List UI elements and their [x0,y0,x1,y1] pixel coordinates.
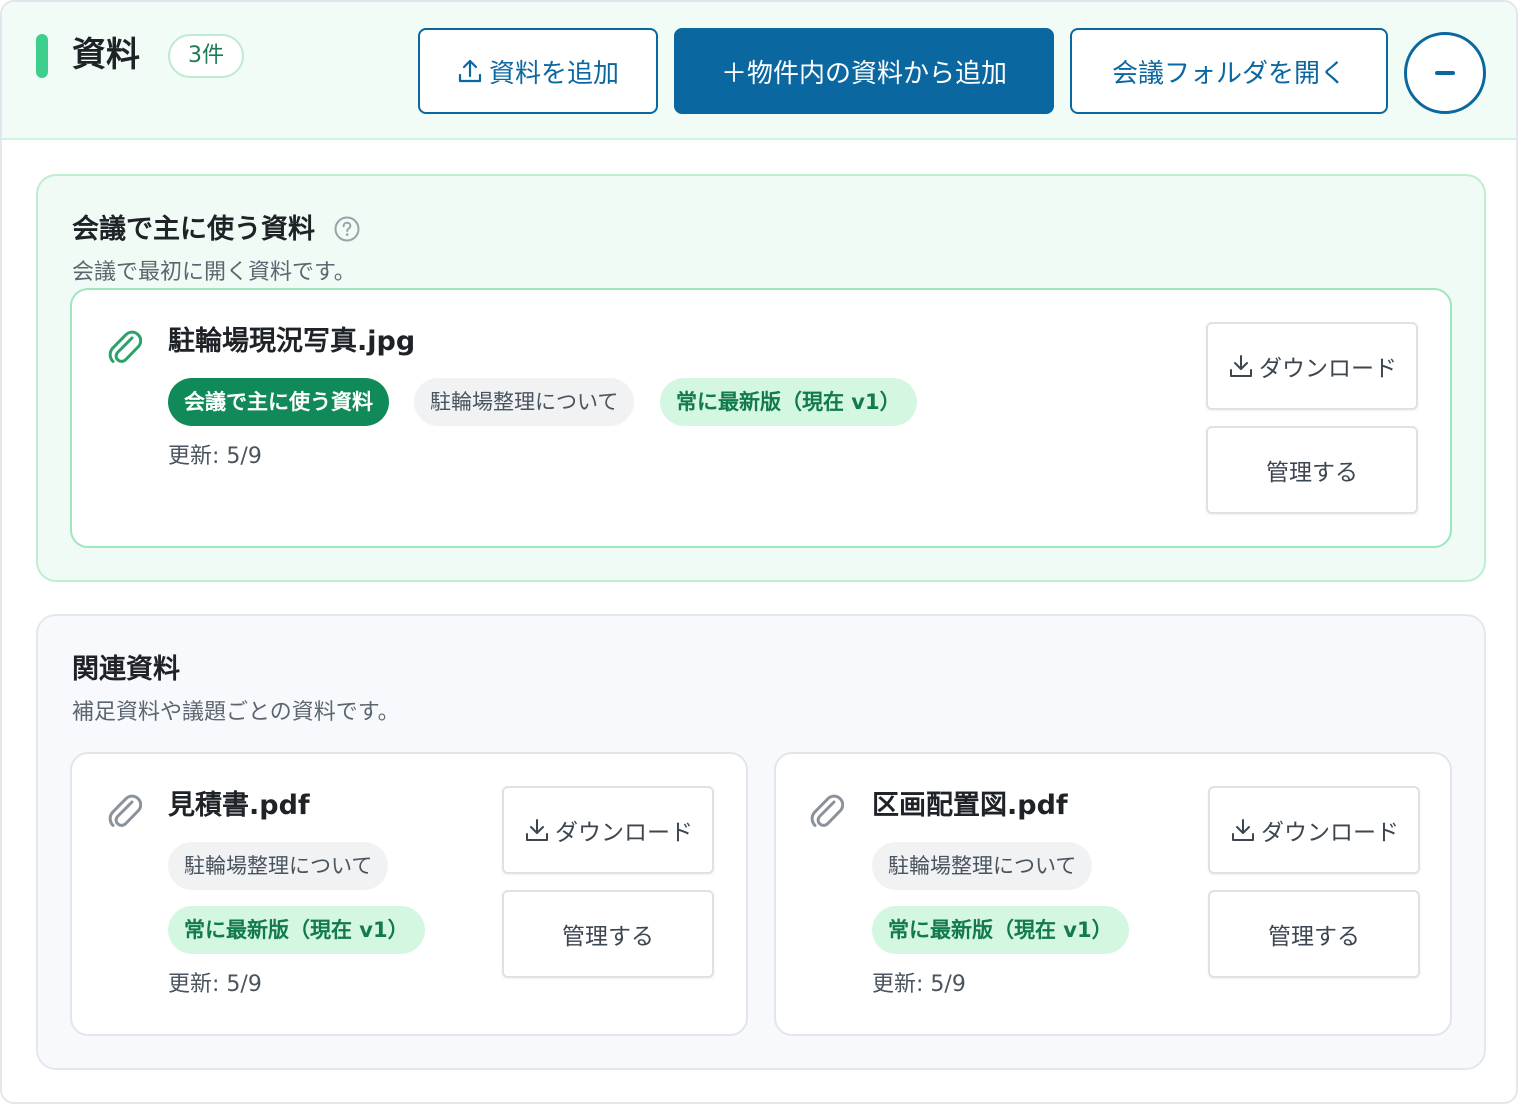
documents-panel: 資料 3件 資料を追加 ＋物件内の資料から追加 会議フォルダを開く 会議で主に使… [0,0,1518,1104]
add-from-property-button[interactable]: ＋物件内の資料から追加 [674,28,1054,114]
download-label: ダウンロード [555,820,693,846]
tag-agenda: 駐輪場整理について [872,842,1093,890]
download-icon [526,819,548,841]
file-name[interactable]: 駐輪場現況写真.jpg [168,324,415,360]
add-document-label: 資料を追加 [488,58,619,89]
upload-icon [458,59,482,83]
download-icon [1230,355,1252,377]
download-icon [1232,819,1254,841]
panel-header: 資料 3件 資料を追加 ＋物件内の資料から追加 会議フォルダを開く [2,2,1516,140]
download-label: ダウンロード [1259,356,1397,382]
panel-title: 資料 [72,35,140,75]
file-card-featured: 駐輪場現況写真.jpg 会議で主に使う資料 駐輪場整理について 常に最新版（現在… [70,288,1452,548]
updated-date: 更新: 5/9 [168,972,262,997]
manage-label: 管理する [1268,924,1360,950]
open-meeting-folder-button[interactable]: 会議フォルダを開く [1070,28,1388,114]
tag-agenda: 駐輪場整理について [168,842,389,890]
count-badge: 3件 [168,34,244,78]
manage-button[interactable]: 管理する [1206,426,1418,514]
main-documents-section: 会議で主に使う資料 会議で最初に開く資料です。 駐輪場現況写真.jpg 会議で主… [36,174,1486,582]
minus-icon [1435,71,1455,75]
manage-label: 管理する [562,924,654,950]
tag-latest-version: 常に最新版（現在 v1） [660,378,917,426]
accent-bar [36,34,48,78]
tag-main-document: 会議で主に使う資料 [168,378,389,426]
manage-button[interactable]: 管理する [1208,890,1420,978]
download-button[interactable]: ダウンロード [1208,786,1420,874]
file-name[interactable]: 区画配置図.pdf [872,788,1068,824]
download-label: ダウンロード [1261,820,1399,846]
question-circle-icon[interactable] [334,216,360,242]
related-section-description: 補足資料や議題ごとの資料です。 [72,700,400,725]
paperclip-icon [108,794,142,827]
file-card: 区画配置図.pdf 駐輪場整理について 常に最新版（現在 v1） 更新: 5/9… [774,752,1452,1036]
download-button[interactable]: ダウンロード [502,786,714,874]
add-from-property-label: ＋物件内の資料から追加 [720,58,1007,89]
main-section-description: 会議で最初に開く資料です。 [72,260,356,285]
updated-date: 更新: 5/9 [872,972,966,997]
manage-label: 管理する [1266,460,1358,486]
tag-latest-version: 常に最新版（現在 v1） [872,906,1129,954]
paperclip-icon [810,794,844,827]
open-folder-label: 会議フォルダを開く [1111,58,1346,89]
paperclip-icon [108,330,142,363]
file-card: 見積書.pdf 駐輪場整理について 常に最新版（現在 v1） 更新: 5/9 ダ… [70,752,748,1036]
add-document-button[interactable]: 資料を追加 [418,28,658,114]
updated-date: 更新: 5/9 [168,444,262,469]
file-name[interactable]: 見積書.pdf [168,788,310,824]
tag-latest-version: 常に最新版（現在 v1） [168,906,425,954]
tag-agenda: 駐輪場整理について [414,378,635,426]
related-documents-section: 関連資料 補足資料や議題ごとの資料です。 見積書.pdf 駐輪場整理について 常… [36,614,1486,1070]
collapse-button[interactable] [1404,32,1486,114]
download-button[interactable]: ダウンロード [1206,322,1418,410]
main-section-title: 会議で主に使う資料 [72,214,315,245]
manage-button[interactable]: 管理する [502,890,714,978]
related-section-title: 関連資料 [72,654,180,685]
